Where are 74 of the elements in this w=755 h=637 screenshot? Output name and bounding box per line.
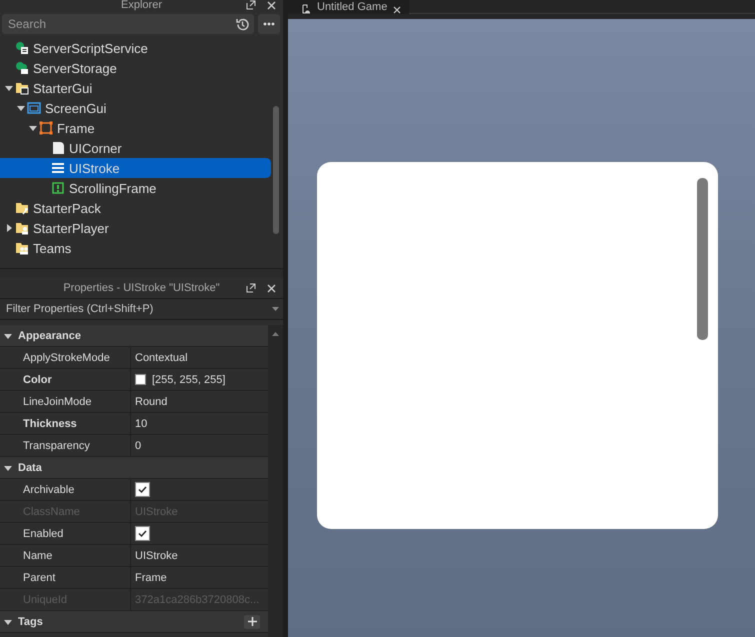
tree-item[interactable]: StarterGui (0, 78, 271, 98)
expanded-arrow-icon[interactable] (29, 124, 37, 132)
category-header[interactable]: Data (0, 457, 268, 479)
category-header[interactable]: Appearance (0, 325, 268, 347)
property-value[interactable]: Frame (131, 567, 268, 588)
property-name: LineJoinMode (0, 391, 131, 412)
property-name: Enabled (0, 523, 131, 544)
document-tab[interactable]: Untitled Game (288, 0, 410, 14)
scroll-frame-icon (51, 181, 65, 195)
panel-title: Explorer (121, 0, 162, 12)
tree-item[interactable]: ScreenGui (0, 98, 271, 118)
search-bar[interactable]: Search (2, 14, 254, 34)
property-name: Archivable (0, 479, 131, 500)
property-name: Name (0, 545, 131, 566)
property-value[interactable]: 0 (131, 435, 268, 456)
tree-item[interactable]: ScrollingFrame (0, 178, 271, 198)
folder-window-icon (15, 81, 29, 95)
dropdown-icon[interactable] (272, 306, 279, 312)
document-icon (302, 4, 311, 14)
property-value[interactable]: [255, 255, 255] (152, 374, 226, 386)
checkbox[interactable] (135, 482, 150, 497)
property-value[interactable]: Round (131, 391, 268, 412)
lines-icon (51, 161, 65, 175)
plus-icon (248, 617, 256, 626)
rounded-corner-icon (51, 141, 65, 155)
frame-icon (39, 121, 53, 135)
color-swatch[interactable] (135, 374, 146, 385)
tree-item[interactable]: Teams (0, 238, 271, 258)
tree-item[interactable]: StarterPack (0, 198, 271, 218)
expanded-arrow-icon[interactable] (4, 464, 12, 472)
property-name: Color (0, 369, 131, 390)
undock-icon[interactable] (245, 282, 257, 294)
checkbox[interactable] (135, 526, 150, 541)
more-icon (263, 22, 275, 26)
scrollbar-thumb[interactable] (273, 106, 279, 234)
add-button[interactable] (244, 614, 260, 628)
property-name: Transparency (0, 435, 131, 456)
property-name: ApplyStrokeMode (0, 347, 131, 368)
filter-input[interactable]: Filter Properties (Ctrl+Shift+P) (4, 302, 272, 316)
collapsed-arrow-icon[interactable] (5, 224, 13, 232)
folder-tool-icon (15, 201, 29, 215)
search-field[interactable]: Search (6, 16, 235, 32)
tree-item[interactable]: UIStroke (0, 158, 271, 178)
filter-field[interactable]: Filter Properties (Ctrl+Shift+P) (0, 298, 283, 320)
more-button[interactable] (258, 14, 280, 34)
property-value[interactable]: UIStroke (131, 545, 268, 566)
folder-person-icon (15, 221, 29, 235)
tree-item[interactable]: Frame (0, 118, 271, 138)
property-name: Parent (0, 567, 131, 588)
expanded-arrow-icon[interactable] (4, 618, 12, 626)
tree-item[interactable]: UICorner (0, 138, 271, 158)
tree-item[interactable]: ServerScriptService (0, 38, 271, 58)
property-name: Thickness (0, 413, 131, 434)
tree-item[interactable]: ServerStorage (0, 58, 271, 78)
cloud-script-icon (15, 41, 29, 55)
close-icon[interactable] (265, 282, 277, 294)
close-icon[interactable] (265, 0, 277, 11)
expanded-arrow-icon[interactable] (5, 84, 13, 92)
screen-icon (27, 101, 41, 115)
property-value[interactable]: Contextual (131, 347, 268, 368)
expanded-arrow-icon[interactable] (17, 104, 25, 112)
folder-people-icon (15, 241, 29, 255)
scroll-up-icon[interactable] (272, 331, 279, 336)
close-icon[interactable] (393, 6, 402, 14)
undock-icon[interactable] (245, 0, 257, 11)
cloud-storage-icon (15, 61, 29, 75)
tree-item[interactable]: StarterPlayer (0, 218, 271, 238)
history-icon[interactable] (235, 16, 250, 32)
checkmark-icon (138, 530, 147, 537)
property-value[interactable]: 10 (131, 413, 268, 434)
category-header[interactable]: Tags (0, 611, 268, 633)
panel-title: Properties - UIStroke "UIStroke" (63, 282, 220, 294)
expanded-arrow-icon[interactable] (4, 332, 12, 340)
checkmark-icon (138, 486, 147, 493)
